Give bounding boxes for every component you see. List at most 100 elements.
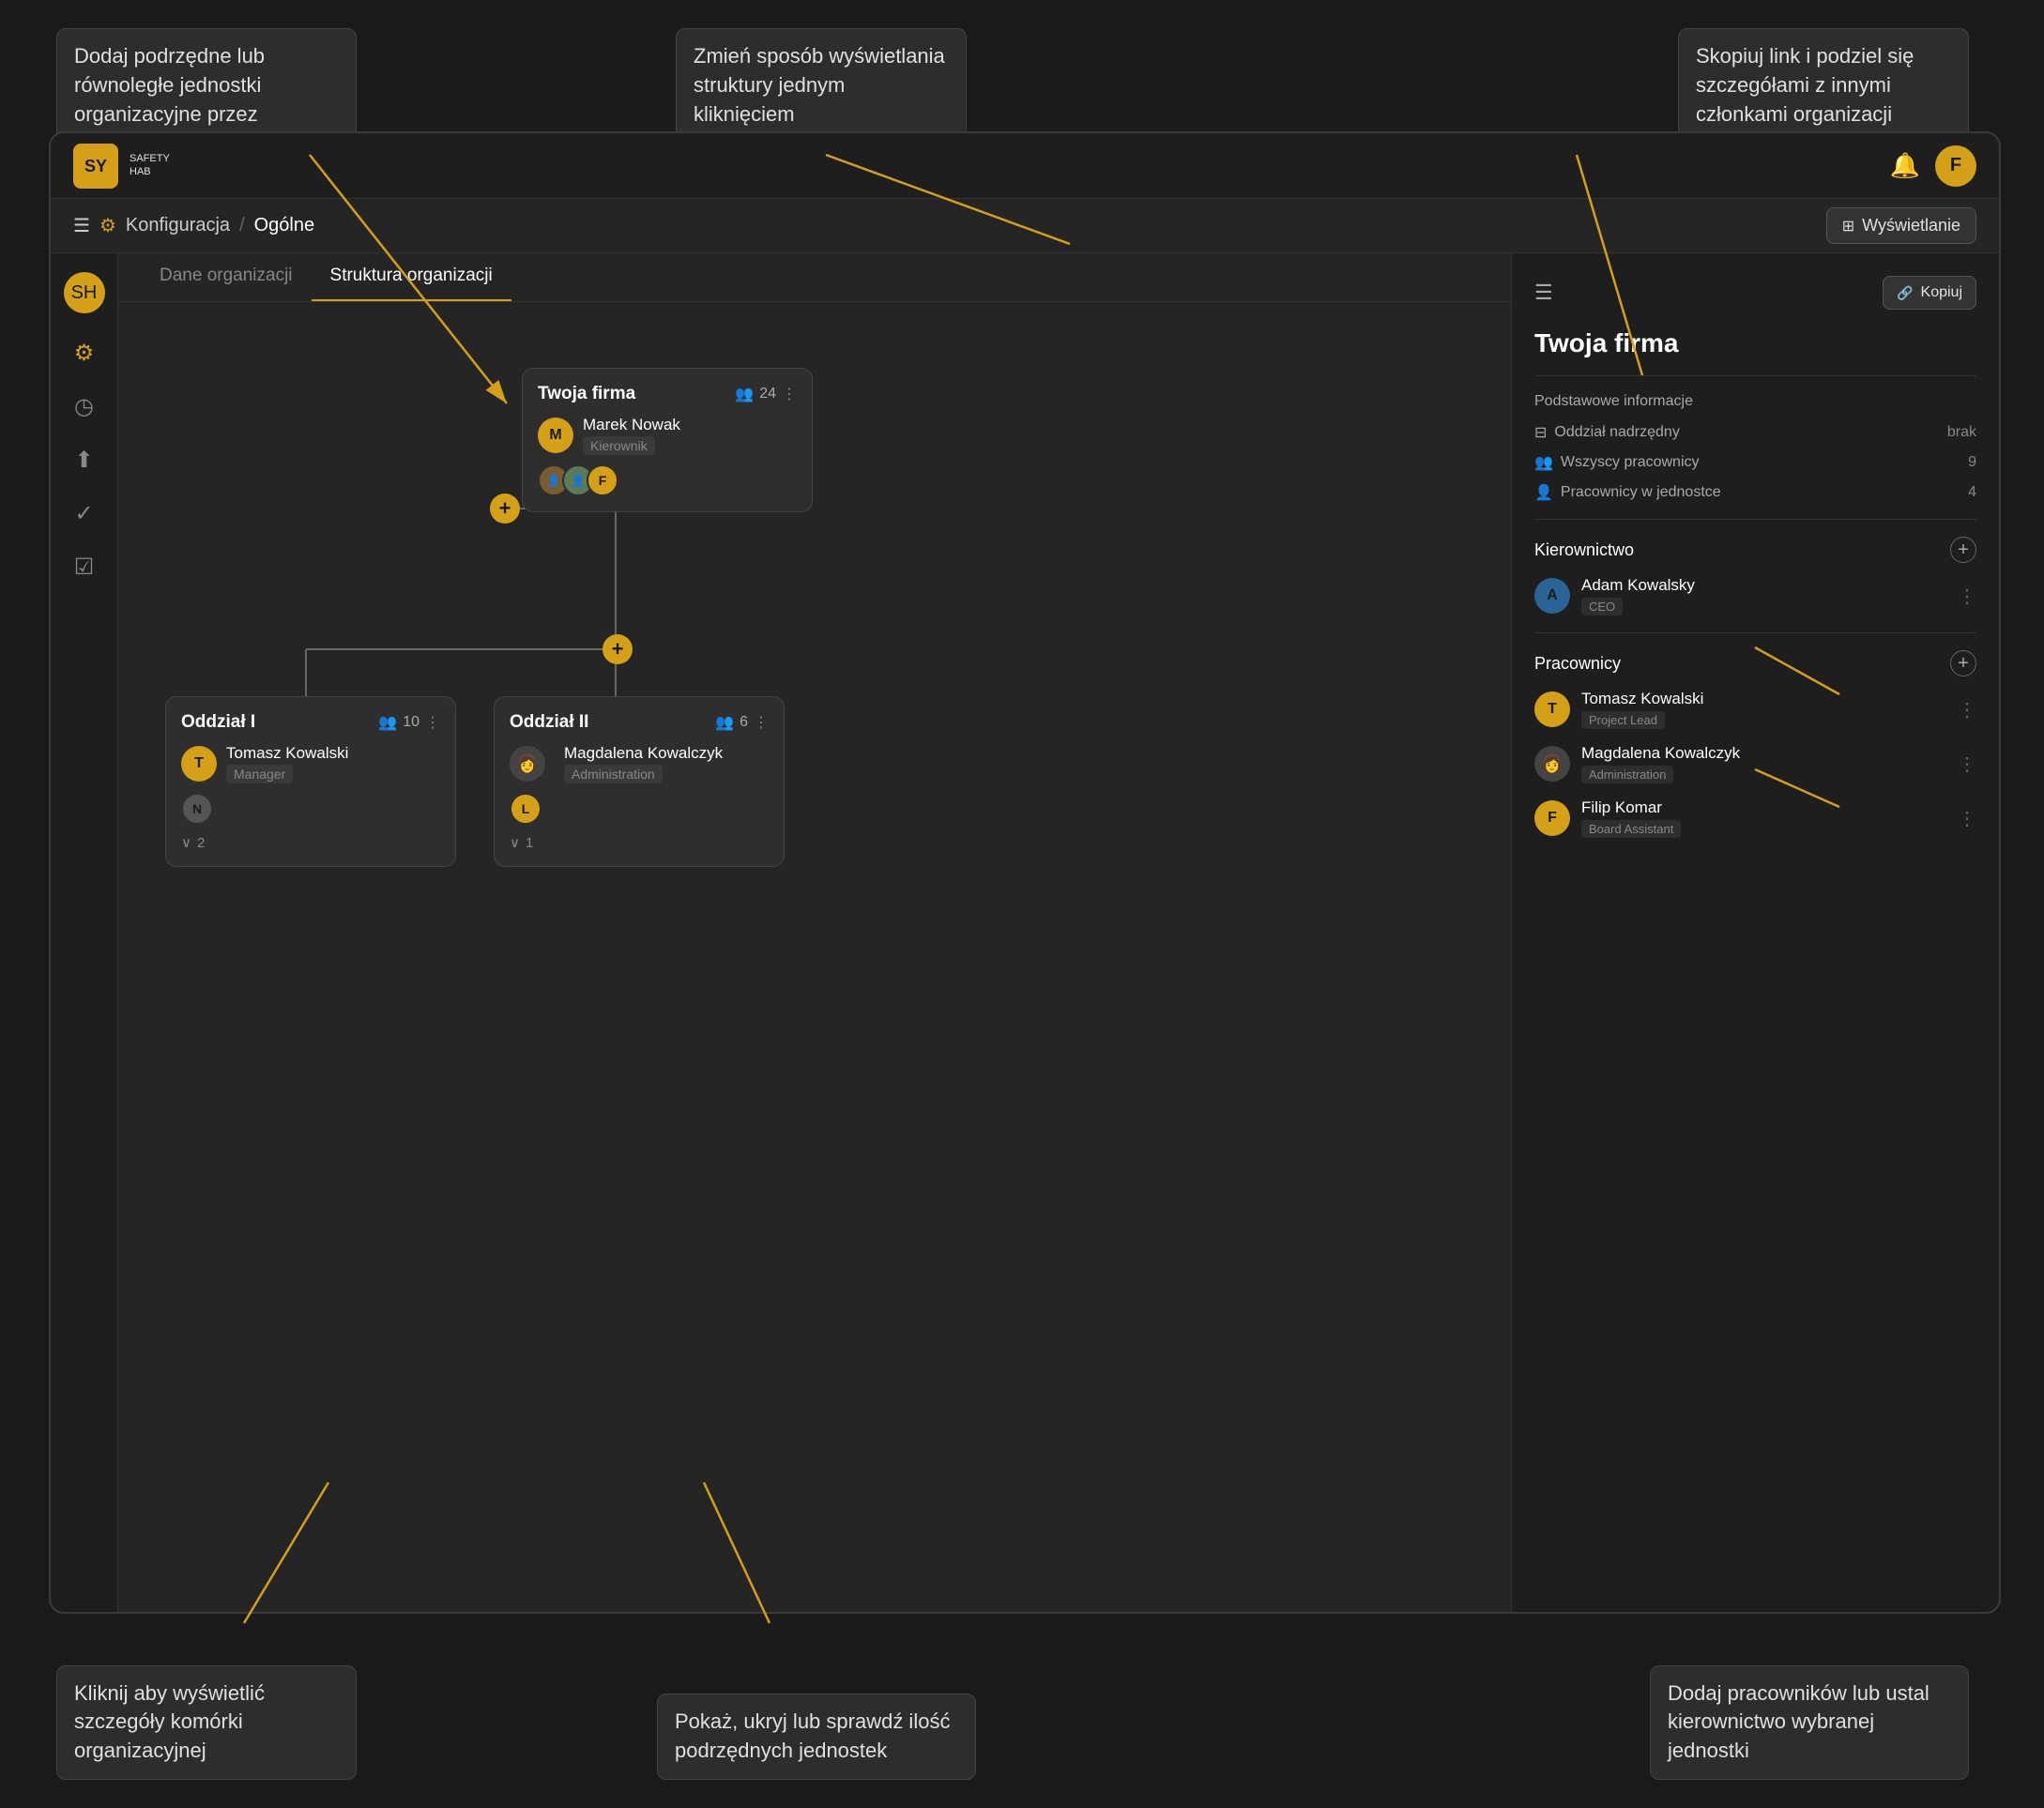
org-node-branch1[interactable]: Oddział I 👥 10 ⋮ T Tomasz Kowalski Manag… bbox=[165, 696, 456, 867]
tooltip-tc-text: Zmień sposób wyświetlania struktury jedn… bbox=[694, 44, 945, 126]
branch2-collapse[interactable]: ∨ 1 bbox=[510, 834, 769, 851]
management-title: Kierownictwo bbox=[1534, 540, 1634, 560]
breadcrumb-current: Ogólne bbox=[254, 215, 315, 236]
parent-branch-row: ⊟ Oddział nadrzędny brak bbox=[1534, 423, 1976, 442]
branch2-manager-row: 👩 Magdalena Kowalczyk Administration bbox=[510, 744, 769, 783]
unit-employees-value: 4 bbox=[1968, 484, 1976, 501]
breadcrumb-separator: / bbox=[239, 215, 245, 236]
tooltip-bottom-left: Kliknij aby wyświetlić szczegóły komórki… bbox=[56, 1665, 357, 1780]
mgmt-info-0: Adam Kowalsky CEO bbox=[1581, 576, 1946, 615]
branch2-manager-photo: 👩 bbox=[510, 746, 545, 782]
display-button[interactable]: ⊞ Wyświetlanie bbox=[1826, 207, 1976, 244]
management-section-header: Kierownictwo + bbox=[1534, 537, 1976, 563]
all-employees-label: 👥 Wszyscy pracownicy bbox=[1534, 453, 1700, 472]
sidebar-icon-checklist[interactable]: ☑ bbox=[74, 554, 95, 581]
sidebar-icon-chat[interactable]: ◷ bbox=[74, 393, 94, 420]
divider-1 bbox=[1534, 375, 1976, 376]
tooltip-bottom-center: Pokaż, ukryj lub sprawdź ilość podrzędny… bbox=[657, 1694, 976, 1780]
tooltip-bl-text: Kliknij aby wyświetlić szczegóły komórki… bbox=[74, 1681, 265, 1763]
sidebar-icon-settings[interactable]: ⚙ bbox=[74, 340, 95, 367]
sidebar-avatar[interactable]: SH bbox=[64, 272, 105, 313]
tooltip-br-text: Dodaj pracowników lub ustal kierownictwo… bbox=[1668, 1681, 1930, 1763]
unit-employees-label: 👤 Pracownicy w jednostce bbox=[1534, 483, 1721, 502]
panel-menu-icon[interactable]: ☰ bbox=[1534, 281, 1553, 305]
divider-2 bbox=[1534, 519, 1976, 520]
right-panel: ☰ 🔗 Kopiuj Twoja firma Podstawowe inform… bbox=[1511, 253, 1999, 1612]
tooltip-bc-text: Pokaż, ukryj lub sprawdź ilość podrzędny… bbox=[675, 1709, 950, 1762]
branch1-manager-avatar: T bbox=[181, 746, 217, 782]
main-manager-avatar: M bbox=[538, 418, 573, 453]
emp-avatar-1: 👩 bbox=[1534, 746, 1570, 782]
add-button-main[interactable]: + bbox=[603, 634, 633, 664]
panel-topbar: ☰ 🔗 Kopiuj bbox=[1534, 276, 1976, 310]
connector-svg bbox=[118, 302, 1511, 1612]
add-management-button[interactable]: + bbox=[1950, 537, 1976, 563]
emp-avatar-2: F bbox=[1534, 800, 1570, 836]
org-node-main-count: 👥 24 ⋮ bbox=[735, 385, 797, 403]
org-node-main-header: Twoja firma 👥 24 ⋮ bbox=[538, 384, 797, 404]
divider-3 bbox=[1534, 632, 1976, 633]
main-avatar-stack: 👤 👤 F bbox=[538, 464, 797, 496]
branch1-manager-row: T Tomasz Kowalski Manager bbox=[181, 744, 440, 783]
main-manager-row: M Marek Nowak Kierownik bbox=[538, 416, 797, 455]
logo: SY bbox=[73, 144, 118, 189]
org-chart-area: Twoja firma 👥 24 ⋮ M Marek Nowak Kierown… bbox=[118, 302, 1511, 1612]
tooltip-bottom-right: Dodaj pracowników lub ustal kierownictwo… bbox=[1650, 1665, 1969, 1780]
emp-menu-0[interactable]: ⋮ bbox=[1958, 698, 1976, 722]
basic-info-title: Podstawowe informacje bbox=[1534, 393, 1976, 410]
add-button-left[interactable]: + bbox=[490, 494, 520, 524]
tabs-bar: Dane organizacji Struktura organizacji bbox=[118, 253, 1511, 302]
topbar-left: SY SAFETY HAB bbox=[73, 144, 170, 189]
branch1-avatar-stack: N bbox=[181, 793, 440, 825]
unit-employees-row: 👤 Pracownicy w jednostce 4 bbox=[1534, 483, 1976, 502]
copy-button[interactable]: 🔗 Kopiuj bbox=[1883, 276, 1976, 310]
branch2-more-icon[interactable]: ⋮ bbox=[754, 713, 769, 732]
emp-info-0: Tomasz Kowalski Project Lead bbox=[1581, 690, 1946, 729]
branch2-header: Oddział II 👥 6 ⋮ bbox=[510, 712, 769, 733]
user-avatar[interactable]: F bbox=[1935, 145, 1976, 187]
breadcrumb-path1[interactable]: Konfiguracja bbox=[126, 215, 230, 236]
more-icon[interactable]: ⋮ bbox=[782, 385, 797, 403]
avatar-3: F bbox=[587, 464, 618, 496]
all-employees-row: 👥 Wszyscy pracownicy 9 bbox=[1534, 453, 1976, 472]
all-employees-value: 9 bbox=[1968, 454, 1976, 471]
branch1-collapse[interactable]: ∨ 2 bbox=[181, 834, 440, 851]
mgmt-avatar-0: A bbox=[1534, 578, 1570, 614]
sidebar-icon-upload[interactable]: ⬆ bbox=[74, 447, 93, 474]
sidebar-icon-check[interactable]: ✓ bbox=[74, 500, 93, 527]
org-node-branch2[interactable]: Oddział II 👥 6 ⋮ 👩 Magdalena Kowalczyk A… bbox=[494, 696, 785, 867]
branch1-more-icon[interactable]: ⋮ bbox=[425, 713, 440, 732]
main-content: SH ⚙ ◷ ⬆ ✓ ☑ Dane organizacji Struktura … bbox=[51, 253, 1999, 1612]
sidebar: SH ⚙ ◷ ⬆ ✓ ☑ bbox=[51, 253, 118, 1612]
employees-section-header: Pracownicy + bbox=[1534, 650, 1976, 676]
org-node-main[interactable]: Twoja firma 👥 24 ⋮ M Marek Nowak Kierown… bbox=[522, 368, 813, 512]
employee-row-2: F Filip Komar Board Assistant ⋮ bbox=[1534, 798, 1976, 838]
tab-struktura[interactable]: Struktura organizacji bbox=[312, 266, 511, 301]
emp-info-2: Filip Komar Board Assistant bbox=[1581, 798, 1946, 838]
branch2-title: Oddział II bbox=[510, 712, 588, 733]
tab-dane[interactable]: Dane organizacji bbox=[141, 266, 312, 301]
settings-icon[interactable]: ⚙ bbox=[99, 214, 116, 237]
parent-branch-value: brak bbox=[1947, 424, 1976, 441]
branch1-header: Oddział I 👥 10 ⋮ bbox=[181, 712, 440, 733]
add-employee-button[interactable]: + bbox=[1950, 650, 1976, 676]
menu-icon[interactable]: ☰ bbox=[73, 214, 90, 237]
parent-branch-label: ⊟ Oddział nadrzędny bbox=[1534, 423, 1680, 442]
display-icon: ⊞ bbox=[1842, 217, 1854, 235]
employees-title: Pracownicy bbox=[1534, 654, 1621, 674]
emp-menu-2[interactable]: ⋮ bbox=[1958, 807, 1976, 830]
bell-icon[interactable]: 🔔 bbox=[1890, 151, 1920, 180]
breadcrumb-bar: ☰ ⚙ Konfiguracja / Ogólne ⊞ Wyświetlanie bbox=[51, 199, 1999, 253]
branch1-count: 👥 10 ⋮ bbox=[378, 713, 440, 732]
app-window: SY SAFETY HAB 🔔 F ☰ ⚙ Konfiguracja / Ogó… bbox=[49, 131, 2001, 1614]
mgmt-menu-0[interactable]: ⋮ bbox=[1958, 585, 1976, 608]
emp-info-1: Magdalena Kowalczyk Administration bbox=[1581, 744, 1946, 783]
org-node-main-title: Twoja firma bbox=[538, 384, 635, 404]
employee-row-1: 👩 Magdalena Kowalczyk Administration ⋮ bbox=[1534, 744, 1976, 783]
branch2-extra-avatar: L bbox=[510, 793, 542, 825]
tooltip-top-center: Zmień sposób wyświetlania struktury jedn… bbox=[676, 28, 967, 143]
employee-row-0: T Tomasz Kowalski Project Lead ⋮ bbox=[1534, 690, 1976, 729]
tooltip-tr-text: Skopiuj link i podziel się szczegółami z… bbox=[1696, 44, 1914, 126]
branch2-count: 👥 6 ⋮ bbox=[715, 713, 769, 732]
emp-menu-1[interactable]: ⋮ bbox=[1958, 752, 1976, 776]
